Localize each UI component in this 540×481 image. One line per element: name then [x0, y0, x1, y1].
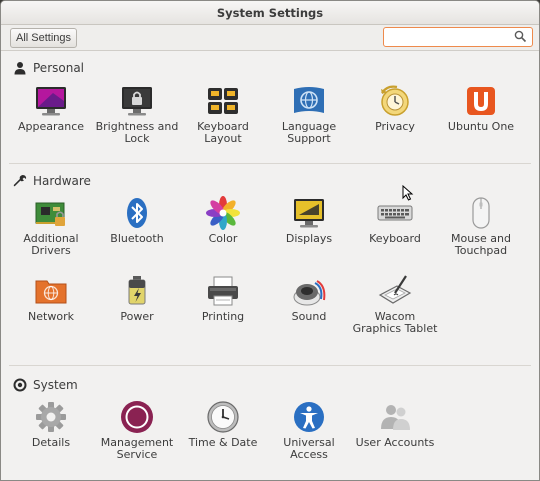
sound-item[interactable]: Sound: [266, 273, 352, 323]
privacy-item[interactable]: Privacy: [352, 83, 438, 133]
displays-label: Displays: [285, 232, 333, 245]
mouse-icon: [472, 197, 490, 229]
section-hardware-title: Hardware: [33, 174, 91, 188]
details-item[interactable]: Details: [8, 399, 94, 449]
keyboard-label: Keyboard: [369, 232, 421, 245]
privacy-label: Privacy: [375, 120, 415, 133]
management-service-item[interactable]: Management Service: [94, 399, 180, 461]
time-date-item[interactable]: Time & Date: [180, 399, 266, 449]
appearance-icon: [36, 87, 66, 116]
power-item[interactable]: Power: [94, 273, 180, 323]
system-icon: [13, 378, 27, 392]
wrench-icon: [13, 175, 27, 187]
details-label: Details: [31, 436, 71, 449]
ubuntu-one-label: Ubuntu One: [447, 120, 515, 133]
language-support-label: Language Support: [281, 120, 337, 145]
wacom-label: Wacom Graphics Tablet: [352, 310, 438, 335]
all-settings-button[interactable]: All Settings: [10, 28, 78, 48]
sound-label: Sound: [291, 310, 327, 323]
toolbar: All Settings: [1, 25, 539, 51]
color-item[interactable]: Color: [180, 195, 266, 245]
person-icon: [14, 62, 26, 75]
time-date-label: Time & Date: [188, 436, 258, 449]
drivers-icon: [35, 202, 65, 226]
search-box[interactable]: [383, 27, 533, 47]
brightness-lock-label: Brightness and Lock: [95, 120, 179, 145]
section-system-header: System: [13, 377, 78, 393]
users-icon: [381, 405, 410, 430]
clock-icon: [207, 401, 239, 433]
wacom-icon: [378, 275, 412, 304]
printing-label: Printing: [201, 310, 245, 323]
section-divider: [9, 365, 531, 366]
appearance-label: Appearance: [17, 120, 85, 133]
color-label: Color: [208, 232, 238, 245]
management-icon: [121, 401, 153, 433]
search-icon[interactable]: [514, 30, 527, 43]
printer-icon: [208, 276, 238, 306]
network-item[interactable]: Network: [8, 273, 94, 323]
keyboard-item[interactable]: Keyboard: [352, 195, 438, 245]
keyboard-layout-icon: [208, 88, 238, 114]
universal-access-item[interactable]: Universal Access: [266, 399, 352, 461]
network-label: Network: [28, 310, 74, 323]
wacom-item[interactable]: Wacom Graphics Tablet: [352, 273, 438, 335]
management-service-label: Management Service: [100, 436, 174, 461]
brightness-lock-icon: [122, 87, 152, 116]
mouse-pointer-icon: [402, 185, 414, 201]
color-icon: [206, 196, 240, 230]
bluetooth-label: Bluetooth: [110, 232, 164, 245]
mouse-touchpad-label: Mouse and Touchpad: [451, 232, 511, 257]
power-label: Power: [120, 310, 154, 323]
printing-item[interactable]: Printing: [180, 273, 266, 323]
displays-item[interactable]: Displays: [266, 195, 352, 245]
system-settings-window: System Settings All Settings Personal Ap…: [0, 0, 540, 481]
displays-icon: [294, 199, 324, 228]
additional-drivers-item[interactable]: Additional Drivers: [8, 195, 94, 257]
keyboard-layout-item[interactable]: Keyboard Layout: [180, 83, 266, 145]
accessibility-icon: [294, 402, 324, 432]
sound-icon: [293, 280, 326, 306]
section-personal-header: Personal: [13, 60, 84, 76]
window-title: System Settings: [216, 6, 324, 20]
window-titlebar[interactable]: System Settings: [1, 1, 539, 25]
section-hardware-header: Hardware: [13, 173, 91, 189]
additional-drivers-label: Additional Drivers: [23, 232, 79, 257]
user-accounts-label: User Accounts: [355, 436, 435, 449]
section-system-title: System: [33, 378, 78, 392]
ubuntu-one-icon: [467, 87, 495, 115]
privacy-icon: [381, 85, 409, 116]
bluetooth-icon: [127, 198, 147, 228]
brightness-lock-item[interactable]: Brightness and Lock: [94, 83, 180, 145]
section-divider: [9, 163, 531, 164]
user-accounts-item[interactable]: User Accounts: [352, 399, 438, 449]
language-support-item[interactable]: Language Support: [266, 83, 352, 145]
search-input[interactable]: [387, 29, 507, 45]
mouse-touchpad-item[interactable]: Mouse and Touchpad: [438, 195, 524, 257]
language-icon: [294, 87, 324, 113]
settings-content: Personal Appearance Brightness and Lock: [1, 52, 539, 480]
keyboard-layout-label: Keyboard Layout: [197, 120, 249, 145]
universal-access-label: Universal Access: [283, 436, 335, 461]
power-icon: [128, 276, 146, 305]
appearance-item[interactable]: Appearance: [8, 83, 94, 133]
section-personal-title: Personal: [33, 61, 85, 75]
ubuntu-one-item[interactable]: Ubuntu One: [438, 83, 524, 133]
bluetooth-item[interactable]: Bluetooth: [94, 195, 180, 245]
details-gear-icon: [36, 402, 66, 432]
network-icon: [35, 280, 67, 304]
